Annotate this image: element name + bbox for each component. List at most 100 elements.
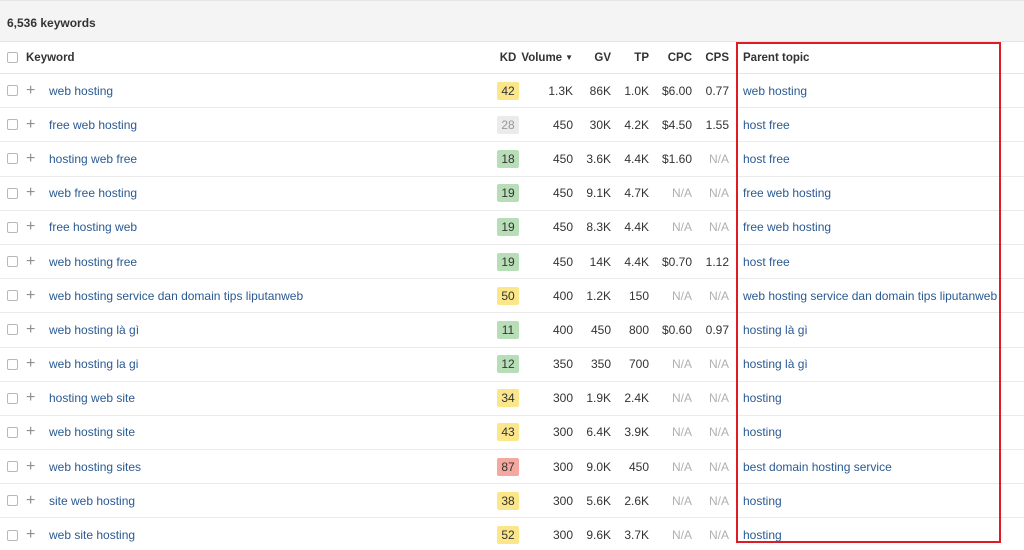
parent-topic-link[interactable]: web hosting [743, 84, 807, 98]
gv-cell: 30K [576, 108, 611, 141]
plus-icon[interactable]: + [26, 219, 35, 235]
plus-icon[interactable]: + [26, 185, 35, 201]
column-header-parent-topic[interactable]: Parent topic [743, 42, 1003, 73]
row-checkbox-cell [7, 416, 21, 449]
kd-badge: 19 [497, 218, 519, 237]
keyword-link[interactable]: hosting web free [49, 152, 137, 166]
parent-topic-link[interactable]: hosting là gì [743, 323, 808, 337]
volume-cell: 450 [525, 245, 573, 278]
row-checkbox[interactable] [7, 187, 18, 199]
keyword-link[interactable]: web hosting free [49, 255, 137, 269]
column-header-cpc-label: CPC [667, 51, 692, 64]
gv-value: 9.6K [586, 528, 611, 543]
tp-value: 1.0K [624, 83, 649, 98]
plus-icon[interactable]: + [26, 116, 35, 133]
tp-value: 2.4K [624, 391, 649, 406]
row-checkbox[interactable] [7, 495, 18, 507]
parent-topic-link[interactable]: hosting [743, 425, 782, 439]
kd-badge: 11 [497, 320, 519, 339]
kd-badge: 34 [497, 389, 519, 408]
keyword-link[interactable]: free hosting web [49, 220, 137, 234]
kd-cell: 38 [495, 484, 521, 517]
cpc-value: N/A [671, 220, 692, 235]
column-header-kd[interactable]: KD [495, 42, 521, 73]
plus-icon[interactable]: + [26, 492, 35, 509]
parent-topic-cell: host free [743, 142, 1003, 175]
parent-topic-link[interactable]: host free [743, 255, 790, 269]
row-checkbox[interactable] [7, 529, 18, 541]
row-checkbox-cell [7, 518, 21, 550]
row-checkbox[interactable] [7, 358, 18, 370]
select-all-checkbox[interactable] [7, 52, 18, 63]
plus-icon[interactable]: + [26, 458, 35, 475]
row-checkbox[interactable] [7, 392, 18, 404]
gv-value: 9.1K [586, 186, 611, 201]
row-checkbox[interactable] [7, 221, 18, 233]
keyword-link[interactable]: free web hosting [49, 118, 137, 132]
keyword-cell: site web hosting [49, 484, 489, 517]
row-checkbox[interactable] [7, 290, 18, 302]
column-header-parent-topic-label: Parent topic [743, 51, 810, 64]
parent-topic-link[interactable]: hosting [743, 528, 782, 542]
column-header-keyword[interactable]: Keyword [26, 42, 466, 73]
row-checkbox[interactable] [7, 85, 18, 97]
row-checkbox[interactable] [7, 256, 18, 268]
plus-icon[interactable]: + [26, 287, 35, 304]
keyword-link[interactable]: web hosting là gì [49, 323, 139, 337]
row-checkbox[interactable] [7, 426, 18, 438]
row-checkbox[interactable] [7, 461, 18, 473]
gv-cell: 5.6K [576, 484, 611, 517]
parent-topic-link[interactable]: hosting [743, 494, 782, 508]
row-checkbox[interactable] [7, 119, 18, 131]
parent-topic-link[interactable]: web hosting service dan domain tips lipu… [743, 289, 997, 303]
parent-topic-link[interactable]: host free [743, 152, 790, 166]
keyword-link[interactable]: hosting web site [49, 391, 135, 405]
keyword-link[interactable]: web hosting [49, 84, 113, 98]
volume-value: 350 [552, 357, 573, 372]
column-header-cpc[interactable]: CPC [652, 42, 692, 73]
keyword-link[interactable]: web hosting service dan domain tips lipu… [49, 289, 303, 303]
volume-value: 1.3K [548, 83, 573, 98]
keyword-link[interactable]: site web hosting [49, 494, 135, 508]
tp-cell: 4.4K [613, 142, 649, 175]
column-header-volume[interactable]: Volume ▼ [521, 42, 573, 73]
keyword-link[interactable]: web hosting sites [49, 460, 141, 474]
plus-icon[interactable]: + [26, 321, 35, 338]
gv-value: 9.0K [586, 459, 611, 474]
plus-icon[interactable]: + [26, 356, 35, 372]
column-header-gv[interactable]: GV [576, 42, 611, 73]
keyword-cell: web hosting free [49, 245, 489, 278]
kd-badge: 50 [497, 286, 519, 305]
plus-icon[interactable]: + [26, 527, 35, 543]
row-checkbox[interactable] [7, 324, 18, 336]
column-header-tp[interactable]: TP [613, 42, 649, 73]
cps-value: N/A [708, 151, 729, 166]
kd-cell: 19 [495, 177, 521, 210]
cpc-value: $4.50 [661, 117, 692, 132]
parent-topic-link[interactable]: hosting [743, 391, 782, 405]
gv-cell: 350 [576, 348, 611, 381]
column-header-cps[interactable]: CPS [696, 42, 729, 73]
kd-cell: 12 [495, 348, 521, 381]
parent-topic-link[interactable]: free web hosting [743, 186, 831, 200]
parent-topic-link[interactable]: hosting là gì [743, 357, 808, 371]
plus-icon[interactable]: + [26, 150, 35, 167]
cps-cell: 0.77 [696, 74, 729, 107]
table-row: + web hosting là gì 11 400 450 800 $0.60 0.97 ho… [0, 313, 1024, 348]
keyword-link[interactable]: web site hosting [49, 528, 135, 542]
plus-icon[interactable]: + [26, 82, 35, 99]
keyword-link[interactable]: web hosting site [49, 425, 135, 439]
kd-cell: 19 [495, 245, 521, 278]
plus-icon[interactable]: + [26, 424, 35, 440]
keyword-link[interactable]: web free hosting [49, 186, 137, 200]
keyword-link[interactable]: web hosting la gi [49, 357, 138, 371]
row-checkbox-cell [7, 211, 21, 244]
parent-topic-link[interactable]: free web hosting [743, 220, 831, 234]
parent-topic-link[interactable]: host free [743, 118, 790, 132]
plus-icon[interactable]: + [26, 253, 35, 270]
row-checkbox[interactable] [7, 153, 18, 165]
parent-topic-link[interactable]: best domain hosting service [743, 460, 892, 474]
kd-cell: 28 [495, 108, 521, 141]
parent-topic-cell: free web hosting [743, 177, 1003, 210]
plus-icon[interactable]: + [26, 390, 35, 406]
